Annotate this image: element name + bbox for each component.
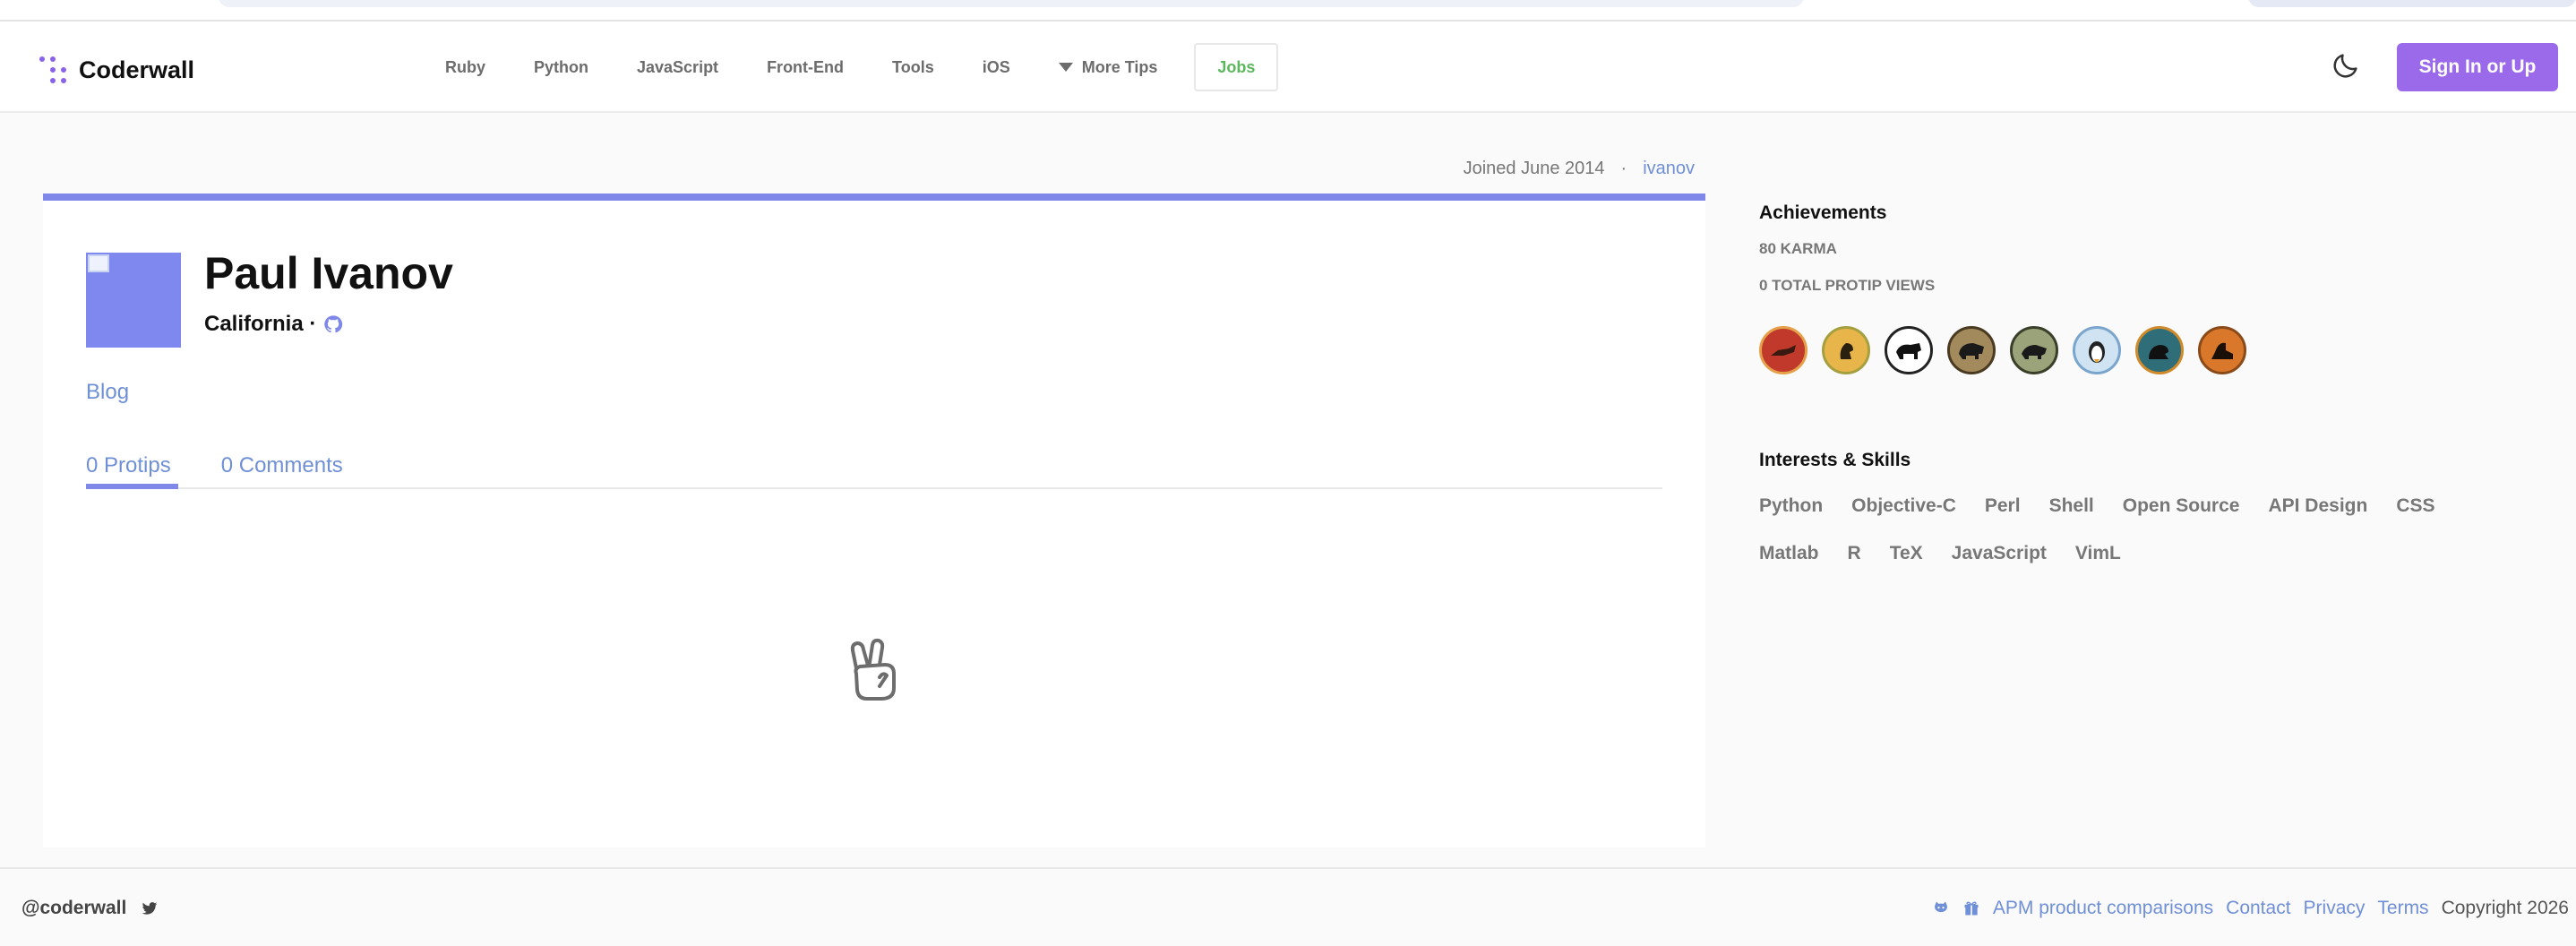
caret-down-icon: [1058, 63, 1073, 72]
animal-badge-icon: [1896, 343, 1921, 359]
nav-more-tips[interactable]: More Tips: [1035, 43, 1182, 91]
animal-badge-icon: [2149, 345, 2168, 359]
skill-tag[interactable]: Perl: [1985, 482, 2021, 529]
profile-location: California ·: [204, 312, 343, 337]
twitter-handle[interactable]: @coderwall: [21, 898, 126, 919]
avatar: [86, 253, 181, 348]
nav-tools[interactable]: Tools: [868, 43, 958, 91]
blog-link[interactable]: Blog: [86, 380, 129, 405]
nav-javascript[interactable]: JavaScript: [613, 43, 743, 91]
footer-link-contact[interactable]: Contact: [2226, 898, 2290, 919]
badge-item[interactable]: [1822, 326, 1870, 374]
animal-badge-icon: [1840, 343, 1853, 359]
location-text: California ·: [204, 312, 317, 336]
animal-badge-icon: [1771, 345, 1796, 356]
nav-jobs[interactable]: Jobs: [1194, 43, 1279, 91]
nav-more-label: More Tips: [1081, 57, 1158, 76]
animal-badge-icon: [2022, 345, 2047, 359]
tab-comments[interactable]: 0 Comments: [221, 443, 343, 489]
tab-protips[interactable]: 0 Protips: [86, 443, 178, 489]
profile-name: Paul Ivanov: [204, 248, 453, 298]
skill-tag[interactable]: R: [1848, 529, 1861, 577]
badge-item[interactable]: [2135, 326, 2184, 374]
animal-badge-icon: [2211, 342, 2233, 359]
site-header: Coderwall Ruby Python JavaScript Front-E…: [0, 22, 2576, 113]
achievements-title: Achievements: [1759, 202, 1887, 223]
badge-item[interactable]: [2010, 326, 2058, 374]
footer-left: @coderwall: [21, 869, 159, 946]
gift-icon[interactable]: [1962, 899, 1980, 917]
username-link[interactable]: ivanov: [1643, 159, 1695, 179]
skill-tag[interactable]: CSS: [2396, 482, 2434, 529]
sign-in-button[interactable]: Sign In or Up: [2397, 43, 2558, 91]
broken-image-icon: [88, 254, 109, 272]
badge-item[interactable]: [2073, 326, 2121, 374]
peace-hand-icon: [850, 638, 896, 701]
octocat-icon[interactable]: [1932, 899, 1950, 917]
copyright: Copyright 2026: [2441, 898, 2569, 918]
footer-link-apm[interactable]: APM product comparisons: [1993, 898, 2213, 919]
profile-tabs: 0 Protips 0 Comments: [86, 443, 1662, 489]
joined-date: Joined June 2014: [1463, 159, 1605, 178]
brand-name: Coderwall: [79, 56, 195, 83]
main-nav: Ruby Python JavaScript Front-End Tools i…: [421, 43, 1279, 91]
nav-python[interactable]: Python: [510, 43, 613, 91]
browser-top-strip: [0, 0, 2576, 22]
badge-item[interactable]: [2198, 326, 2246, 374]
nav-ios[interactable]: iOS: [958, 43, 1035, 91]
karma-count: 80 KARMA: [1759, 240, 1837, 257]
profile-card: Paul Ivanov California · Blog 0 Protips …: [43, 194, 1705, 847]
skill-tag[interactable]: JavaScript: [1952, 529, 2047, 577]
github-icon[interactable]: [323, 314, 343, 334]
badge-item[interactable]: [1759, 326, 1807, 374]
logo[interactable]: Coderwall: [39, 52, 194, 88]
animal-badge-icon: [1959, 343, 1984, 359]
badge-item[interactable]: [1885, 326, 1933, 374]
penguin-badge-icon: [2089, 341, 2105, 363]
moon-icon[interactable]: [2331, 50, 2361, 81]
skill-tag[interactable]: VimL: [2075, 529, 2121, 577]
site-footer: @coderwall APM product comparisons Conta…: [0, 867, 2576, 946]
nav-ruby[interactable]: Ruby: [421, 43, 510, 91]
skill-tag[interactable]: Matlab: [1759, 529, 1819, 577]
skill-tag[interactable]: Open Source: [2123, 482, 2240, 529]
skill-tag[interactable]: API Design: [2268, 482, 2367, 529]
footer-link-privacy[interactable]: Privacy: [2304, 898, 2366, 919]
skills-title: Interests & Skills: [1759, 450, 1911, 470]
footer-link-terms[interactable]: Terms: [2377, 898, 2428, 919]
badge-list: [1759, 326, 2246, 374]
profile-meta: Joined June 2014 · ivanov: [1464, 159, 1695, 179]
skill-tag[interactable]: Python: [1759, 482, 1823, 529]
badge-item[interactable]: [1947, 326, 1996, 374]
protip-views-count: 0 TOTAL PROTIP VIEWS: [1759, 277, 1936, 294]
skills-list: Python Objective-C Perl Shell Open Sourc…: [1759, 482, 2529, 577]
footer-right: APM product comparisons Contact Privacy …: [1932, 869, 2569, 946]
skill-tag[interactable]: Shell: [2049, 482, 2094, 529]
skill-tag[interactable]: TeX: [1890, 529, 1923, 577]
search-bar-shape: [219, 0, 1804, 7]
top-right-shape: [2248, 0, 2576, 7]
coderwall-logo-icon: [39, 55, 66, 85]
nav-front-end[interactable]: Front-End: [743, 43, 868, 91]
skill-tag[interactable]: Objective-C: [1851, 482, 1956, 529]
twitter-icon[interactable]: [141, 899, 159, 917]
meta-separator: ·: [1620, 159, 1627, 178]
